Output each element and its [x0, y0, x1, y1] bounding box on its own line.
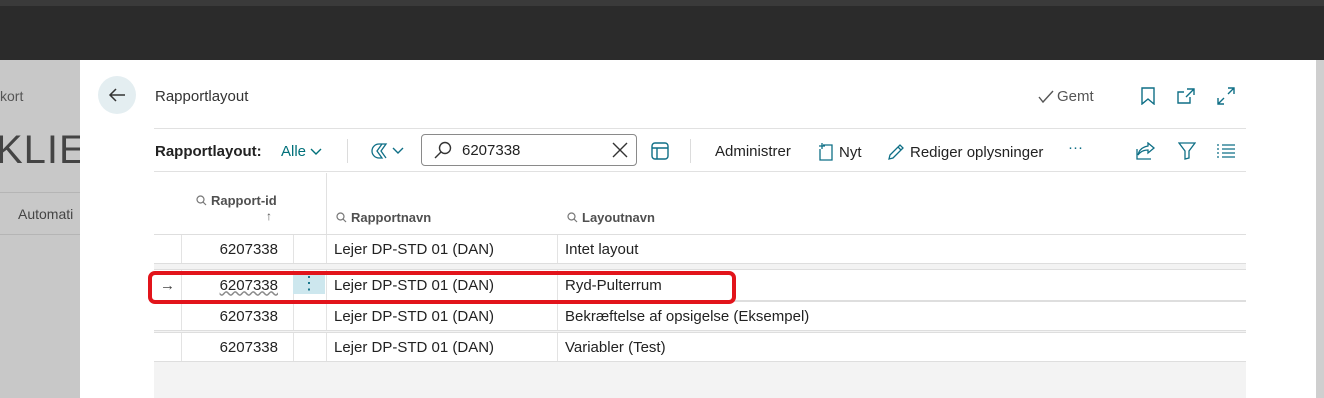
- column-header-layout-name[interactable]: Layoutnavn: [567, 210, 655, 225]
- cell-report-id[interactable]: 6207338: [181, 235, 278, 263]
- cell-layout-name[interactable]: Variabler (Test): [565, 333, 1065, 361]
- edit-details-button[interactable]: Rediger oplysninger: [887, 143, 1043, 161]
- column-header-report-id[interactable]: Rapport-id: [196, 193, 277, 208]
- cell-divider: [557, 235, 558, 263]
- new-label: Nyt: [839, 143, 862, 161]
- list-icon: [1217, 144, 1235, 158]
- bookmark-button[interactable]: [1136, 84, 1160, 108]
- chevron-down-icon: [392, 147, 404, 154]
- grid-header: Rapport-id ↑ Rapportnavn Layoutnavn: [154, 173, 1246, 235]
- expand-icon: [1217, 87, 1235, 105]
- column-label: Rapport-id: [211, 193, 277, 208]
- cell-report-name[interactable]: Lejer DP-STD 01 (DAN): [334, 302, 554, 330]
- cell-report-name[interactable]: Lejer DP-STD 01 (DAN): [334, 333, 554, 361]
- search-icon: [434, 141, 452, 159]
- list-view-icon: [651, 142, 669, 160]
- open-new-window-icon: [1177, 88, 1195, 104]
- report-layout-dialog: Rapportlayout Gemt Rapportlayout: Alle 6…: [80, 60, 1316, 398]
- column-divider: [326, 173, 327, 235]
- cell-divider: [326, 302, 327, 330]
- list-label: Rapportlayout:: [155, 143, 262, 160]
- expand-button[interactable]: [1214, 84, 1238, 108]
- cell-report-id[interactable]: 6207338: [181, 333, 278, 361]
- filter-button[interactable]: [1175, 139, 1199, 163]
- more-options-button[interactable]: ···: [1068, 139, 1083, 156]
- sort-ascending-icon: ↑: [266, 209, 272, 223]
- search-box[interactable]: [421, 134, 637, 166]
- back-button[interactable]: [98, 76, 136, 114]
- checkmark-icon: [1038, 90, 1054, 103]
- share-icon: [1136, 142, 1156, 160]
- bookmark-icon: [1141, 87, 1155, 105]
- table-row[interactable]: 6207338 Lejer DP-STD 01 (DAN) Intet layo…: [154, 234, 1246, 264]
- background-page-left: kort KLIEN Automati: [0, 60, 80, 398]
- background-breadcrumb: kort: [0, 88, 24, 104]
- search-icon: [196, 195, 207, 206]
- background-divider: [0, 234, 80, 235]
- cell-divider: [293, 302, 294, 330]
- cell-layout-name[interactable]: Intet layout: [565, 235, 1065, 263]
- cell-divider: [326, 235, 327, 263]
- column-label: Rapportnavn: [351, 210, 432, 225]
- cell-divider: [293, 333, 294, 361]
- cell-report-id[interactable]: 6207338: [181, 302, 278, 330]
- toolbar-divider: [347, 139, 348, 163]
- table-row[interactable]: 6207338 Lejer DP-STD 01 (DAN) Variabler …: [154, 332, 1246, 362]
- column-label: Layoutnavn: [582, 210, 655, 225]
- top-app-bar: [0, 0, 1324, 60]
- cell-divider: [293, 235, 294, 263]
- cell-layout-name[interactable]: Bekræftelse af opsigelse (Eksempel): [565, 302, 1065, 330]
- action-bar: Rapportlayout: Alle Administrer Nyt Re: [154, 128, 1246, 172]
- back-arrow-icon: [108, 88, 125, 102]
- view-filter-dropdown[interactable]: Alle: [281, 143, 322, 160]
- clear-icon[interactable]: [612, 142, 628, 158]
- saved-status: Gemt: [1038, 88, 1094, 105]
- background-page-title: KLIEN: [0, 128, 80, 172]
- cell-divider: [557, 333, 558, 361]
- saved-label: Gemt: [1057, 88, 1094, 105]
- view-filter-value: Alle: [281, 143, 307, 160]
- list-button[interactable]: [1214, 139, 1238, 163]
- views-button[interactable]: [370, 139, 404, 163]
- filter-icon: [1178, 142, 1196, 160]
- cell-divider: [326, 333, 327, 361]
- cell-divider: [557, 302, 558, 330]
- toolbar-divider: [690, 139, 691, 163]
- more-options-label: ···: [1068, 139, 1083, 156]
- list-view-button[interactable]: [648, 139, 672, 163]
- table-row[interactable]: 6207338 Lejer DP-STD 01 (DAN) Bekræftels…: [154, 301, 1246, 331]
- search-icon: [336, 212, 347, 223]
- background-divider: [0, 192, 80, 193]
- new-button[interactable]: Nyt: [818, 143, 862, 161]
- views-icon: [371, 143, 388, 159]
- dialog-title: Rapportlayout: [155, 88, 249, 105]
- search-input[interactable]: [462, 141, 602, 159]
- manage-button[interactable]: Administrer: [715, 143, 791, 160]
- new-document-icon: [819, 143, 833, 161]
- chevron-down-icon: [310, 148, 322, 155]
- share-button[interactable]: [1134, 139, 1158, 163]
- edit-details-label: Rediger oplysninger: [910, 143, 1044, 161]
- search-icon: [567, 212, 578, 223]
- highlight-annotation: [148, 271, 736, 304]
- column-header-report-name[interactable]: Rapportnavn: [336, 210, 431, 225]
- open-new-window-button[interactable]: [1174, 84, 1198, 108]
- cell-report-name[interactable]: Lejer DP-STD 01 (DAN): [334, 235, 554, 263]
- manage-label: Administrer: [715, 143, 791, 160]
- background-tab: Automati: [18, 206, 74, 222]
- pencil-icon: [888, 144, 904, 160]
